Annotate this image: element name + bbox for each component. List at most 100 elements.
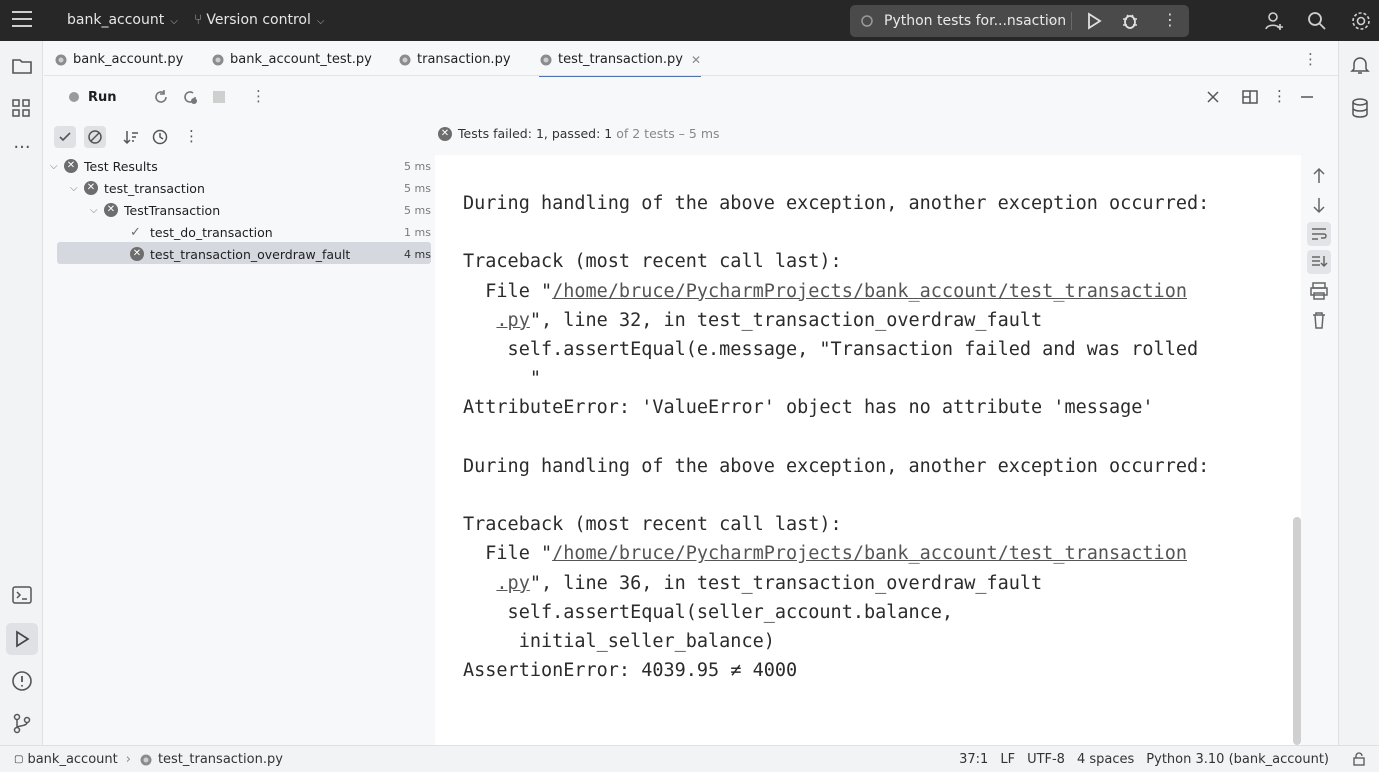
stop-icon[interactable] <box>210 88 228 106</box>
breadcrumb-project[interactable]: bank_account <box>27 752 117 767</box>
file-link[interactable]: /home/bruce/PycharmProjects/bank_account… <box>552 543 1187 564</box>
tree-node-testtransaction-class[interactable]: ⌵ ✕ TestTransaction 5 ms <box>90 199 434 221</box>
python-file-icon <box>399 54 411 65</box>
chevron-down-icon[interactable]: ⌵ <box>90 205 104 216</box>
show-ignored-toggle[interactable] <box>84 126 106 148</box>
python-interpreter[interactable]: Python 3.10 (bank_account) <box>1146 752 1329 767</box>
breadcrumb-file[interactable]: test_transaction.py <box>158 752 283 767</box>
test-duration: 5 ms <box>404 181 431 195</box>
chevron-down-icon: ⌵ <box>170 16 178 27</box>
traceback-text: During handling of the above exception, … <box>463 189 1209 685</box>
tree-node-test-transaction[interactable]: ⌵ ✕ test_transaction 5 ms <box>70 177 434 199</box>
file-link[interactable]: .py <box>496 310 529 331</box>
console-line: self.assertEqual(seller_account.balance, <box>463 601 954 623</box>
indent-setting[interactable]: 4 spaces <box>1077 752 1134 767</box>
run-tool-active[interactable] <box>6 623 38 655</box>
trash-icon[interactable] <box>1307 308 1331 332</box>
layout-icon[interactable] <box>1241 88 1259 106</box>
tree-node-label: test_transaction <box>104 180 205 196</box>
run-icon[interactable] <box>1084 11 1104 31</box>
tab-bank-account-py[interactable]: bank_account.py <box>54 52 183 67</box>
file-encoding[interactable]: UTF-8 <box>1027 752 1065 767</box>
tree-node-test-results[interactable]: ⌵ ✕ Test Results 5 ms <box>50 155 434 177</box>
file-link[interactable]: /home/bruce/PycharmProjects/bank_account… <box>552 281 1187 302</box>
run-more-icon[interactable]: ⋮ <box>251 87 266 105</box>
title-bar: bank_account ⌵ ⑂ Version control ⌵ Python t… <box>0 0 1379 41</box>
tree-node-test-do-transaction[interactable]: ✓ test_do_transaction 1 ms <box>130 221 434 243</box>
notifications-bell-icon[interactable] <box>1348 53 1372 77</box>
vcs-label: Version control <box>206 12 311 28</box>
soft-wrap-icon[interactable] <box>1307 222 1331 246</box>
sort-icon[interactable] <box>122 128 140 146</box>
tree-node-label: Test Results <box>84 158 158 174</box>
python-file-icon <box>212 54 224 65</box>
debug-icon[interactable] <box>1120 11 1140 31</box>
scroll-to-end-icon[interactable] <box>1307 250 1331 274</box>
tab-label: transaction.py <box>417 52 511 67</box>
tab-test-transaction-py[interactable]: test_transaction.py ✕ <box>539 52 702 78</box>
run-configuration-widget[interactable]: Python tests for...nsaction ⌵ ⋮ <box>850 5 1189 37</box>
breadcrumb: ▢ bank_account › test_transaction.py <box>14 752 283 767</box>
tab-transaction-py[interactable]: transaction.py <box>398 52 511 67</box>
chevron-right-icon: › <box>125 752 131 767</box>
file-link[interactable]: .py <box>496 573 529 594</box>
test-tree-toolbar: ⋮ <box>44 117 434 155</box>
console-line: ", line 32, in test_transaction_overdraw… <box>529 309 1043 331</box>
arrow-down-icon[interactable] <box>1307 193 1331 217</box>
console-line: initial_seller_balance) <box>463 631 775 653</box>
tree-node-label: TestTransaction <box>124 202 221 218</box>
branch-icon: ⑂ <box>194 12 203 28</box>
tree-more-icon[interactable]: ⋮ <box>184 127 199 145</box>
vcs-selector[interactable]: ⑂ Version control ⌵ <box>194 12 324 28</box>
run-tab-label: Run <box>88 89 117 105</box>
chevron-down-icon[interactable]: ⌵ <box>50 161 64 172</box>
show-passed-toggle[interactable] <box>54 126 76 148</box>
tree-node-test-transaction-overdraw-fault[interactable]: ✕ test_transaction_overdraw_fault 4 ms <box>130 243 434 265</box>
tabs-more-icon[interactable]: ⋮ <box>1303 50 1318 68</box>
console-output[interactable]: During handling of the above exception, … <box>435 155 1301 745</box>
check-icon <box>59 132 71 142</box>
project-name: bank_account <box>67 12 165 28</box>
rerun-icon[interactable] <box>152 88 170 106</box>
problems-icon[interactable] <box>10 669 34 693</box>
settings-gear-icon[interactable] <box>1350 10 1372 32</box>
tree-node-label: test_do_transaction <box>150 224 273 240</box>
project-selector[interactable]: bank_account ⌵ <box>67 12 178 28</box>
run-tab[interactable]: Run <box>66 89 117 105</box>
tab-bank-account-test-py[interactable]: bank_account_test.py <box>211 52 372 67</box>
console-line: ", line 36, in test_transaction_overdraw… <box>529 572 1043 594</box>
close-icon[interactable] <box>1204 88 1222 106</box>
history-clock-icon[interactable] <box>151 128 169 146</box>
arrow-up-icon[interactable] <box>1307 164 1331 188</box>
chevron-down-icon[interactable]: ⌵ <box>70 183 84 194</box>
python-file-icon <box>540 54 552 65</box>
console-scrollbar[interactable] <box>1293 517 1301 745</box>
git-icon[interactable] <box>10 711 34 735</box>
run-tool-header: Run ⋮ ⋮ <box>44 77 1338 117</box>
python-tests-icon <box>69 92 79 102</box>
more-tools-icon[interactable]: ··· <box>10 137 34 161</box>
main-menu-icon[interactable] <box>12 11 32 29</box>
options-more-icon[interactable]: ⋮ <box>1272 87 1287 105</box>
search-icon[interactable] <box>1306 10 1328 32</box>
close-tab-icon[interactable]: ✕ <box>691 53 701 67</box>
print-icon[interactable] <box>1307 279 1331 303</box>
structure-icon[interactable] <box>10 96 34 120</box>
terminal-icon[interactable] <box>10 583 34 607</box>
line-separator[interactable]: LF <box>1000 752 1015 767</box>
caret-position[interactable]: 37:1 <box>959 752 988 767</box>
more-icon[interactable]: ⋮ <box>1162 10 1178 29</box>
tree-node-label: test_transaction_overdraw_fault <box>150 246 351 262</box>
project-folder-icon[interactable] <box>10 54 34 78</box>
console-line: Traceback (most recent call last): <box>463 251 842 273</box>
console-line: During handling of the above exception, … <box>463 455 1210 477</box>
passed-count: 1 <box>604 126 613 141</box>
database-icon[interactable] <box>1348 96 1372 120</box>
lock-icon[interactable] <box>1351 751 1367 767</box>
account-icon[interactable] <box>1263 10 1285 32</box>
minimize-icon[interactable] <box>1298 88 1316 106</box>
failed-icon: ✕ <box>84 181 98 195</box>
editor-tabs: bank_account.py bank_account_test.py tra… <box>44 41 1338 78</box>
rerun-failed-icon[interactable] <box>181 88 199 106</box>
failed-label: Tests failed: <box>458 126 532 141</box>
